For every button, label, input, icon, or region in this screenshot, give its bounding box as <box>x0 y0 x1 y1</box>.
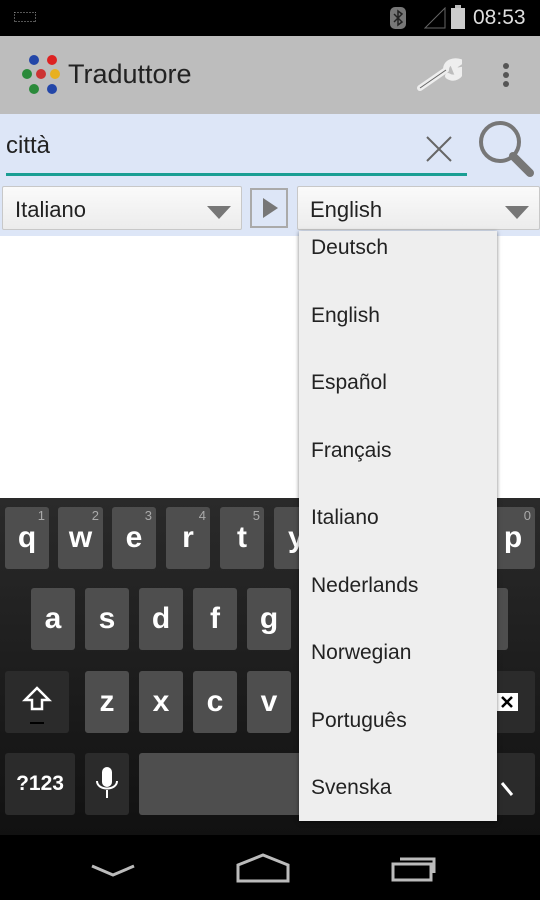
battery-icon <box>451 5 465 29</box>
wrench-icon[interactable] <box>416 58 462 92</box>
app-title: Traduttore <box>68 59 192 89</box>
navigation-bar <box>0 835 540 900</box>
key-c[interactable]: c <box>193 671 237 733</box>
target-language: English <box>310 197 383 222</box>
keyboard-icon <box>14 12 36 22</box>
play-arrow-icon <box>263 198 278 218</box>
dropdown-item[interactable]: Español <box>311 371 387 395</box>
key-a[interactable]: a <box>31 588 75 650</box>
swap-direction-button[interactable] <box>250 188 288 228</box>
dropdown-item[interactable]: English <box>311 304 380 328</box>
app-bar: Traduttore <box>0 36 540 114</box>
space-key[interactable] <box>139 753 309 815</box>
key-x[interactable]: x <box>139 671 183 733</box>
dropdown-item[interactable]: Svenska <box>311 776 392 800</box>
mic-key[interactable] <box>85 753 129 815</box>
key-g[interactable]: g <box>247 588 291 650</box>
key-z[interactable]: z <box>85 671 129 733</box>
key-t[interactable]: 5t <box>220 507 264 569</box>
back-icon[interactable] <box>90 863 136 879</box>
search-underline <box>6 173 467 176</box>
home-icon[interactable] <box>236 853 290 883</box>
dropdown-item[interactable]: Français <box>311 439 392 463</box>
source-language-spinner[interactable]: Italiano <box>2 186 242 230</box>
clock: 08:53 <box>473 6 526 29</box>
dropdown-item[interactable]: Norwegian <box>311 641 411 665</box>
dropdown-item[interactable]: Italiano <box>311 506 379 530</box>
search-input[interactable] <box>6 124 418 168</box>
overflow-menu-icon[interactable] <box>500 62 512 90</box>
key-p[interactable]: 0p <box>491 507 535 569</box>
key-e[interactable]: 3e <box>112 507 156 569</box>
key-f[interactable]: f <box>193 588 237 650</box>
dropdown-item[interactable]: Português <box>311 709 407 733</box>
key-v[interactable]: v <box>247 671 291 733</box>
shift-key[interactable] <box>5 671 69 733</box>
key-q[interactable]: 1q <box>5 507 49 569</box>
chevron-down-icon <box>207 206 231 219</box>
signal-icon <box>424 7 446 29</box>
bluetooth-icon <box>390 7 406 29</box>
flags-logo-icon <box>22 55 60 94</box>
recents-icon[interactable] <box>390 853 444 883</box>
language-dropdown: Deutsch English Español Français Italian… <box>299 231 497 821</box>
shift-icon <box>21 686 53 724</box>
status-bar: 08:53 <box>0 0 540 36</box>
source-language: Italiano <box>15 197 86 222</box>
search-icon[interactable] <box>476 118 536 180</box>
key-d[interactable]: d <box>139 588 183 650</box>
key-s[interactable]: s <box>85 588 129 650</box>
dropdown-item[interactable]: Nederlands <box>311 574 418 598</box>
chevron-down-icon <box>505 206 529 219</box>
close-icon[interactable] <box>424 134 454 164</box>
key-w[interactable]: 2w <box>58 507 103 569</box>
microphone-icon <box>96 767 118 798</box>
symbols-key[interactable]: ?123 <box>5 753 75 815</box>
key-r[interactable]: 4r <box>166 507 210 569</box>
dropdown-item[interactable]: Deutsch <box>311 236 388 260</box>
target-language-spinner[interactable]: English <box>297 186 540 230</box>
